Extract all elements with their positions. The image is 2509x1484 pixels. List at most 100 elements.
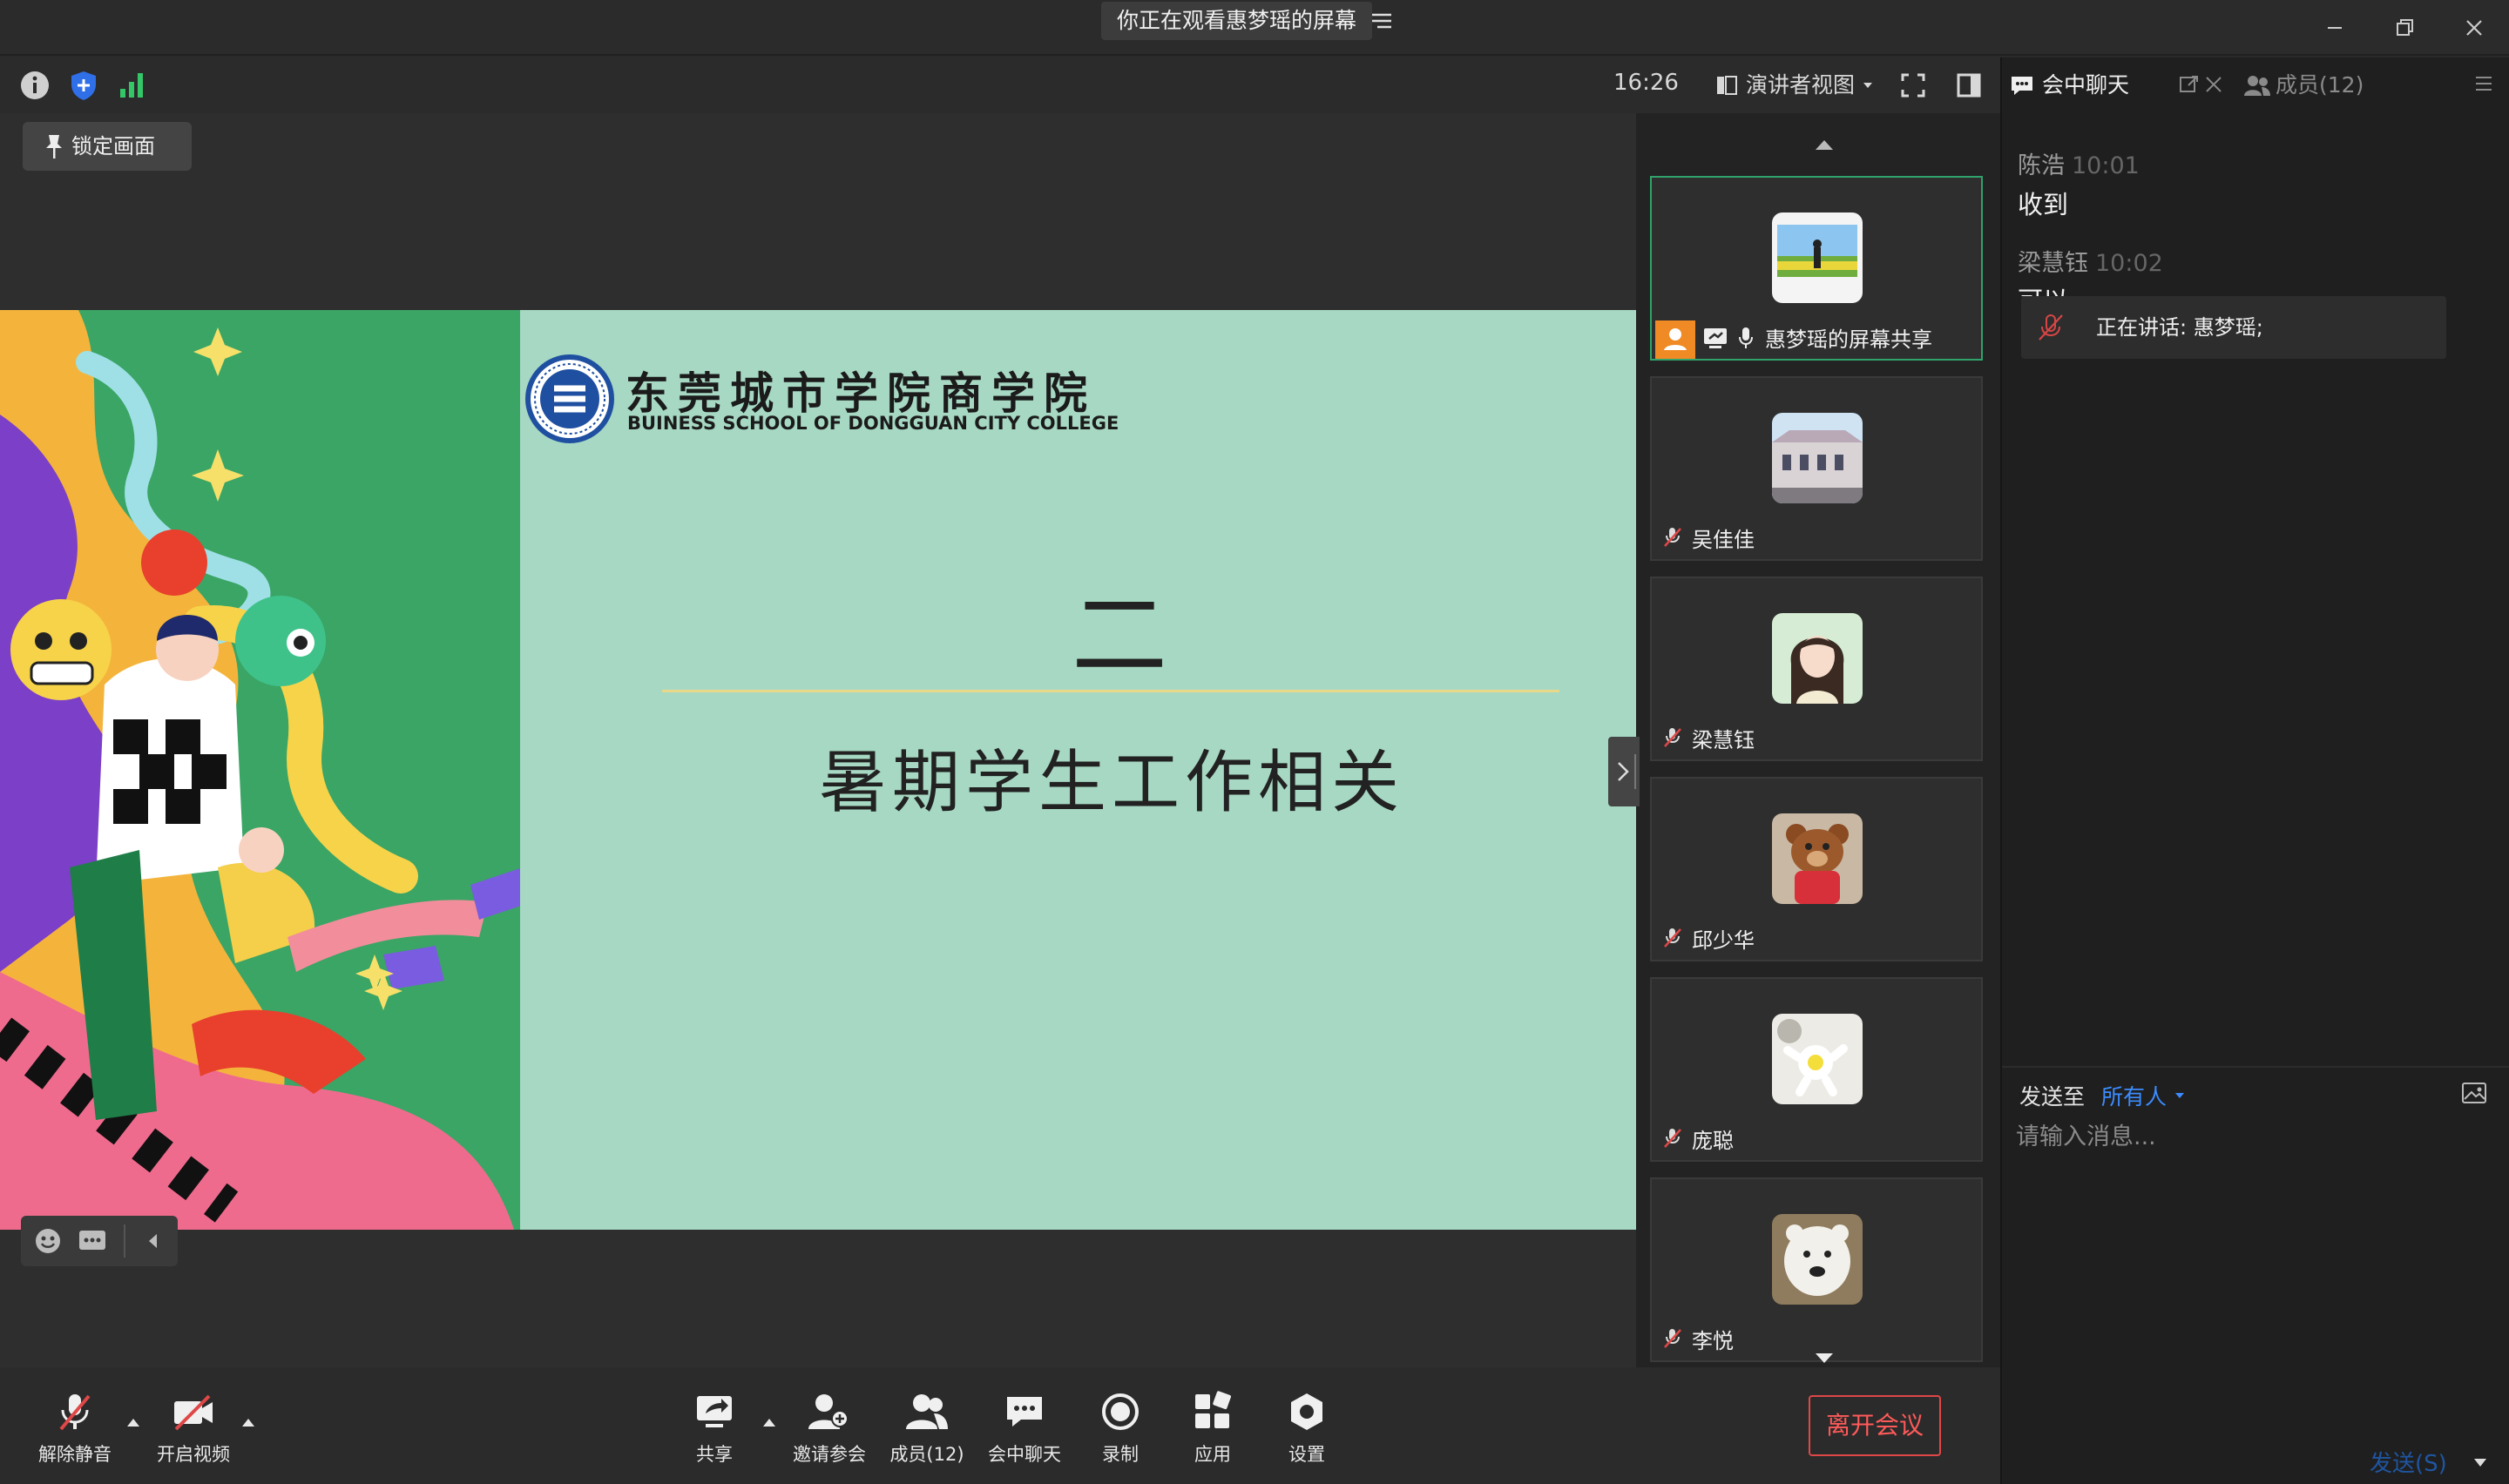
meeting-clock: 16:26	[1613, 70, 1679, 96]
add-user-icon	[786, 1390, 873, 1433]
send-options-icon[interactable]	[2471, 1453, 2490, 1472]
start-video-button[interactable]: 开启视频	[150, 1390, 237, 1468]
tab-chat[interactable]: 会中聊天	[2009, 68, 2129, 103]
record-label: 录制	[1102, 1444, 1139, 1465]
avatar	[1772, 413, 1863, 503]
screen-share-banner: 你正在观看惠梦瑶的屏幕	[1101, 2, 1373, 40]
chat-sender: 陈浩	[2018, 152, 2065, 179]
speaking-indicator: 正在讲话: 惠梦瑶;	[2021, 296, 2446, 359]
strip-collapse-toggle[interactable]	[1608, 737, 1640, 806]
send-to-target: 所有人	[2101, 1084, 2167, 1110]
slide-illustration	[0, 310, 520, 1230]
collapse-left-icon[interactable]	[143, 1230, 164, 1252]
start-video-label: 开启视频	[157, 1444, 230, 1465]
chat-label: 会中聊天	[988, 1444, 1061, 1465]
reaction-divider	[124, 1224, 125, 1258]
layout-icon	[1717, 76, 1737, 95]
meeting-window: 你正在观看惠梦瑶的屏幕 16:26 演讲者视图 锁定画面 东莞城市学院商学院 B…	[0, 0, 2509, 1484]
view-mode-selector[interactable]: 演讲者视图	[1714, 68, 1874, 103]
send-button[interactable]: 发送(S)	[2370, 1446, 2447, 1478]
participant-tile[interactable]: 吴佳佳	[1650, 376, 1983, 561]
unmute-label: 解除静音	[38, 1444, 112, 1465]
chat-message-header: 陈浩 10:01	[2018, 146, 2140, 180]
chevron-down-icon	[2175, 1093, 2185, 1098]
participant-name: 邱少华	[1692, 928, 1755, 953]
emoji-icon[interactable]	[33, 1226, 63, 1256]
host-badge-icon	[1655, 320, 1695, 359]
microphone-muted-icon	[1662, 927, 1683, 949]
share-screen-icon	[680, 1390, 749, 1433]
image-icon[interactable]	[2460, 1080, 2488, 1106]
fullscreen-icon[interactable]	[1896, 68, 1931, 103]
invite-button[interactable]: 邀请参会	[786, 1390, 873, 1468]
apps-label: 应用	[1194, 1444, 1231, 1465]
send-to-dropdown[interactable]: 所有人	[2101, 1080, 2186, 1111]
chevron-down-icon	[1863, 83, 1873, 88]
chat-message-text: 收到	[2018, 190, 2069, 219]
scroll-up-icon[interactable]	[1814, 138, 1835, 152]
school-name-en: BUINESS SCHOOL OF DONGGUAN CITY COLLEGE	[627, 413, 1119, 434]
participant-tile[interactable]: 庞聪	[1650, 977, 1983, 1162]
share-label: 共享	[696, 1444, 733, 1465]
apps-button[interactable]: 应用	[1178, 1390, 1248, 1468]
participant-tile[interactable]: 梁慧钰	[1650, 577, 1983, 761]
avatar	[1772, 613, 1863, 704]
slide-divider	[662, 690, 1559, 692]
members-label: 成员(12)	[889, 1444, 964, 1465]
avatar	[1772, 813, 1863, 904]
chat-sender: 梁慧钰	[2018, 250, 2088, 277]
microphone-icon	[1737, 326, 1755, 350]
unmute-button[interactable]: 解除静音	[31, 1390, 118, 1468]
tab-members[interactable]: 成员(12)	[2242, 68, 2364, 103]
slide-title: 暑期学生工作相关	[819, 744, 1405, 822]
share-options-icon[interactable]	[761, 1416, 777, 1428]
share-button[interactable]: 共享	[680, 1390, 749, 1468]
chat-button[interactable]: 会中聊天	[981, 1390, 1068, 1468]
info-icon[interactable]	[17, 68, 52, 103]
network-signal-icon[interactable]	[115, 68, 150, 103]
participant-name: 梁慧钰	[1692, 728, 1755, 752]
chat-bubble-icon	[2012, 77, 2032, 95]
settings-label: 设置	[1288, 1444, 1325, 1465]
camera-off-icon	[150, 1390, 237, 1433]
invite-label: 邀请参会	[793, 1444, 866, 1465]
microphone-muted-icon	[2035, 312, 2066, 343]
slide-section-number: 二	[1072, 580, 1167, 691]
participant-name: 惠梦瑶的屏幕共享	[1765, 327, 1932, 352]
chat-bubble-icon	[981, 1390, 1068, 1433]
chat-menu-icon[interactable]	[2472, 71, 2495, 96]
side-panel-toggle-icon[interactable]	[1951, 68, 1986, 103]
members-icon	[883, 1390, 970, 1433]
close-icon[interactable]	[2457, 12, 2492, 44]
microphone-muted-icon	[1662, 726, 1683, 749]
minimize-icon[interactable]	[2317, 12, 2352, 44]
security-shield-icon[interactable]	[66, 68, 101, 103]
screen-share-icon	[1702, 326, 1728, 350]
chat-message-input[interactable]	[2016, 1115, 2452, 1158]
participant-tile[interactable]: 李悦	[1650, 1177, 1983, 1362]
settings-button[interactable]: 设置	[1272, 1390, 1342, 1468]
pin-icon	[42, 132, 66, 160]
members-button[interactable]: 成员(12)	[883, 1390, 970, 1468]
restore-icon[interactable]	[2387, 12, 2422, 44]
avatar	[1772, 212, 1863, 303]
banner-menu-icon[interactable]	[1369, 9, 1394, 33]
record-button[interactable]: 录制	[1085, 1390, 1155, 1468]
microphone-muted-icon	[1662, 1127, 1683, 1150]
school-logo	[524, 354, 615, 444]
participant-tile[interactable]: 邱少华	[1650, 777, 1983, 961]
avatar	[1772, 1214, 1863, 1305]
participant-name: 庞聪	[1692, 1129, 1734, 1153]
popout-icon[interactable]	[2178, 73, 2201, 96]
bullet-comment-icon[interactable]	[77, 1226, 108, 1256]
audio-options-icon[interactable]	[125, 1416, 141, 1428]
participant-tile[interactable]: 惠梦瑶的屏幕共享	[1650, 176, 1983, 361]
meeting-info-bar	[0, 57, 2000, 113]
reaction-bar	[21, 1216, 178, 1266]
scroll-down-icon[interactable]	[1814, 1352, 1835, 1366]
video-options-icon[interactable]	[240, 1416, 256, 1428]
leave-meeting-button[interactable]: 离开会议	[1809, 1395, 1941, 1456]
avatar	[1772, 1014, 1863, 1104]
members-icon	[2244, 76, 2270, 96]
close-chat-icon[interactable]	[2202, 73, 2225, 96]
